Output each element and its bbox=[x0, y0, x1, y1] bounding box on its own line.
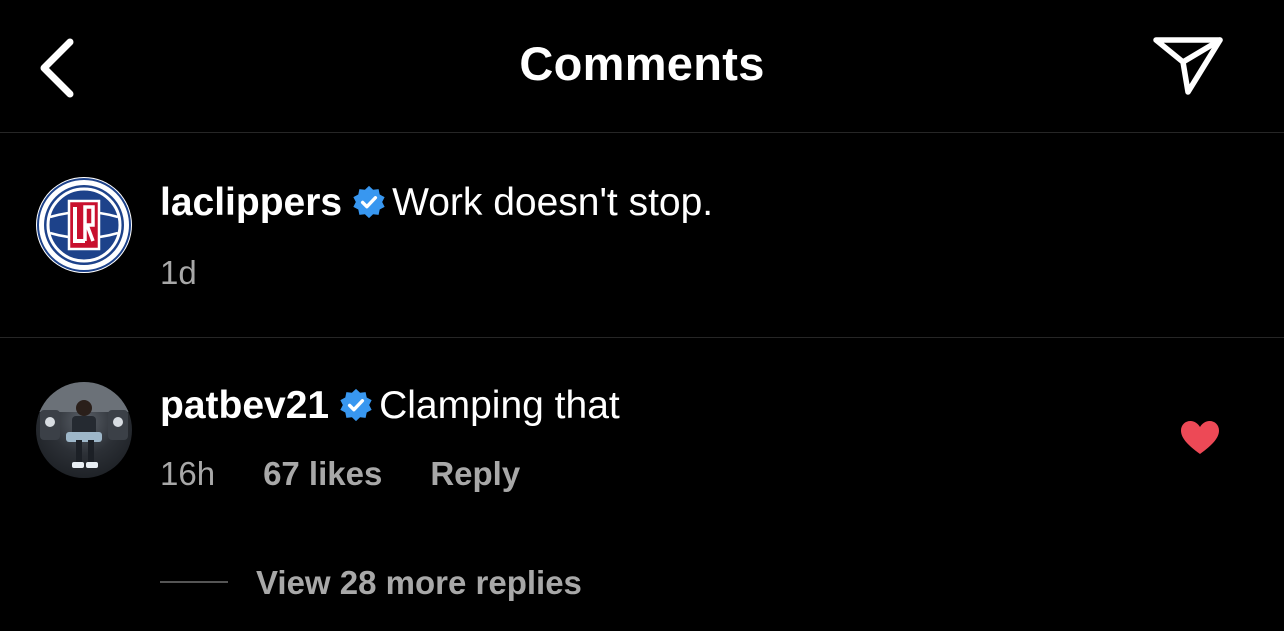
comment-meta: 16h 67 likes Reply bbox=[160, 455, 520, 493]
comment-username[interactable]: patbev21 bbox=[160, 384, 329, 427]
post-caption: laclippers Work doesn't stop. 1d bbox=[0, 133, 1284, 338]
caption-text: Work doesn't stop. bbox=[392, 181, 714, 224]
caption-line: laclippers Work doesn't stop. bbox=[160, 181, 713, 225]
reply-button[interactable]: Reply bbox=[430, 455, 520, 492]
caption-username[interactable]: laclippers bbox=[160, 181, 342, 224]
comment-text: Clamping that bbox=[379, 384, 620, 427]
paper-plane-icon bbox=[1153, 37, 1223, 95]
like-button[interactable] bbox=[1180, 420, 1220, 456]
heart-icon bbox=[1181, 421, 1219, 454]
page-title: Comments bbox=[519, 37, 765, 90]
replies-divider bbox=[160, 581, 228, 583]
avatar[interactable] bbox=[36, 177, 132, 273]
clippers-logo-icon bbox=[37, 178, 131, 272]
avatar[interactable] bbox=[36, 382, 132, 478]
comments-header: Comments bbox=[0, 0, 1284, 133]
comment-item: patbev21 Clamping that 16h 67 likes Reply … bbox=[0, 338, 1284, 631]
verified-badge-icon bbox=[353, 185, 385, 219]
view-replies-label: View 28 more replies bbox=[256, 564, 582, 601]
likes-count[interactable]: 67 likes bbox=[263, 455, 382, 492]
share-button[interactable] bbox=[1148, 30, 1228, 100]
timestamp: 1d bbox=[160, 254, 197, 291]
view-replies-button[interactable]: View 28 more replies bbox=[160, 564, 582, 602]
timestamp: 16h bbox=[160, 455, 216, 492]
comment-line: patbev21 Clamping that bbox=[160, 384, 620, 428]
avatar-photo bbox=[36, 382, 132, 468]
verified-badge-icon bbox=[340, 388, 372, 422]
caption-meta: 1d bbox=[160, 254, 197, 292]
